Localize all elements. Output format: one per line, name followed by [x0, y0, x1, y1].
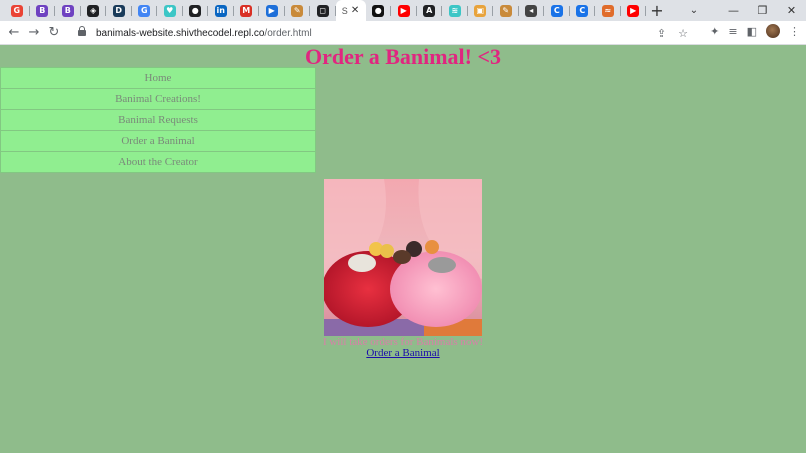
c-icon: C — [550, 4, 563, 17]
diamond-icon: ◈ — [87, 4, 100, 17]
nav-item-about[interactable]: About the Creator — [0, 151, 316, 173]
circle-icon: ● — [372, 4, 385, 17]
waves-icon: ≈ — [601, 4, 614, 17]
browser-tab[interactable]: M — [234, 0, 259, 21]
browser-tab[interactable]: B — [55, 0, 81, 21]
heart-icon: ♥ — [163, 4, 176, 17]
url-path: /order.html — [264, 27, 312, 39]
browser-tab[interactable]: C — [544, 0, 570, 21]
browser-tab[interactable]: A — [417, 0, 442, 21]
arrow-icon: ▶ — [265, 4, 278, 17]
order-banimal-link[interactable]: Order a Banimal — [366, 347, 439, 359]
page-title: Order a Banimal! <3 — [304, 44, 502, 69]
browser-tab[interactable]: ✎ — [285, 0, 310, 21]
b-icon: B — [36, 4, 49, 17]
browser-tab[interactable]: C — [570, 0, 595, 21]
nav-menu: Home Banimal Creations! Banimal Requests… — [0, 67, 316, 173]
order-link-wrap: Order a Banimal — [0, 347, 806, 359]
menu-kebab-icon[interactable]: ⋮ — [789, 25, 800, 38]
grid-icon: ≋ — [448, 4, 461, 17]
browser-tab[interactable]: ✎ — [493, 0, 519, 21]
nav-item-creations[interactable]: Banimal Creations! — [0, 88, 316, 110]
back-icon[interactable]: ← — [4, 25, 24, 40]
extensions-icon[interactable]: ✦ — [710, 25, 719, 38]
linkedin-icon: in — [214, 4, 227, 17]
url-host: banimals-website.shivthecodel.repl.co — [96, 27, 265, 39]
share-icon[interactable]: ⇪ — [657, 27, 666, 40]
page-content: Order a Banimal! <3 Home Banimal Creatio… — [0, 45, 806, 453]
side-panel-icon[interactable]: ◧ — [747, 25, 757, 38]
browser-tab[interactable]: ◈ — [81, 0, 106, 21]
bookmark-star-icon[interactable]: ☆ — [678, 27, 688, 40]
browser-tab[interactable]: ≋ — [442, 0, 468, 21]
speaker-icon: ◂ — [525, 4, 538, 17]
browser-tab[interactable]: ▶ — [391, 0, 417, 21]
youtube-icon: ▶ — [627, 4, 640, 17]
pencil-icon: ✎ — [499, 4, 512, 17]
forward-icon[interactable]: → — [24, 25, 44, 40]
new-tab-icon[interactable]: + — [646, 1, 668, 20]
nav-item-requests[interactable]: Banimal Requests — [0, 109, 316, 131]
github-icon: ● — [189, 4, 202, 17]
banimals-photo — [324, 179, 482, 336]
gmail-icon: M — [240, 4, 253, 17]
close-window-icon[interactable]: ✕ — [777, 4, 806, 17]
active-tab-label: S — [341, 5, 348, 16]
reload-icon[interactable]: ↻ — [44, 25, 64, 40]
browser-tab[interactable]: in — [208, 0, 234, 21]
lock-icon[interactable] — [78, 26, 86, 36]
profile-avatar[interactable] — [766, 24, 780, 38]
browser-toolbar: ← → ↻ banimals-website.shivthecodel.repl… — [0, 21, 806, 45]
browser-tab[interactable]: ◂ — [519, 0, 544, 21]
browser-tab[interactable]: B — [30, 0, 55, 21]
minimize-icon[interactable]: — — [719, 4, 748, 17]
browser-tab[interactable]: ▣ — [468, 0, 493, 21]
browser-tab[interactable]: D — [106, 0, 132, 21]
c-icon: C — [576, 4, 589, 17]
browser-tab[interactable]: G — [4, 0, 30, 21]
browser-tab[interactable]: ● — [366, 0, 391, 21]
browser-tab[interactable]: ▶ — [259, 0, 285, 21]
window-controls: ⌄ — ❐ ✕ — [669, 0, 806, 21]
reading-list-icon[interactable]: ≡ — [728, 25, 737, 38]
nav-item-home[interactable]: Home — [0, 67, 316, 89]
nav-item-order[interactable]: Order a Banimal — [0, 130, 316, 152]
browser-tab[interactable]: ♥ — [157, 0, 183, 21]
google-icon: G — [10, 4, 23, 17]
browser-tab[interactable]: G — [132, 0, 157, 21]
b-icon: B — [61, 4, 74, 17]
frame-icon: ▣ — [474, 4, 487, 17]
url-text[interactable]: banimals-website.shivthecodel.repl.co/or… — [96, 28, 312, 39]
browser-tab[interactable]: ▶ — [621, 0, 646, 21]
youtube-icon: ▶ — [397, 4, 410, 17]
google-icon: G — [138, 4, 151, 17]
square-icon: ◻ — [316, 4, 329, 17]
d-icon: D — [112, 4, 125, 17]
restore-icon[interactable]: ❐ — [748, 4, 777, 17]
browser-tab[interactable]: ≈ — [595, 0, 621, 21]
browser-tab[interactable]: ● — [183, 0, 208, 21]
active-tab[interactable]: S ✕ — [335, 0, 366, 21]
tab-search-icon[interactable]: ⌄ — [669, 5, 719, 16]
pencil-icon: ✎ — [291, 4, 304, 17]
browser-tab[interactable]: ◻ — [310, 0, 336, 21]
a-icon: A — [423, 4, 436, 17]
close-tab-icon[interactable]: ✕ — [351, 5, 359, 16]
address-bar[interactable]: banimals-website.shivthecodel.repl.co/or… — [70, 23, 700, 43]
